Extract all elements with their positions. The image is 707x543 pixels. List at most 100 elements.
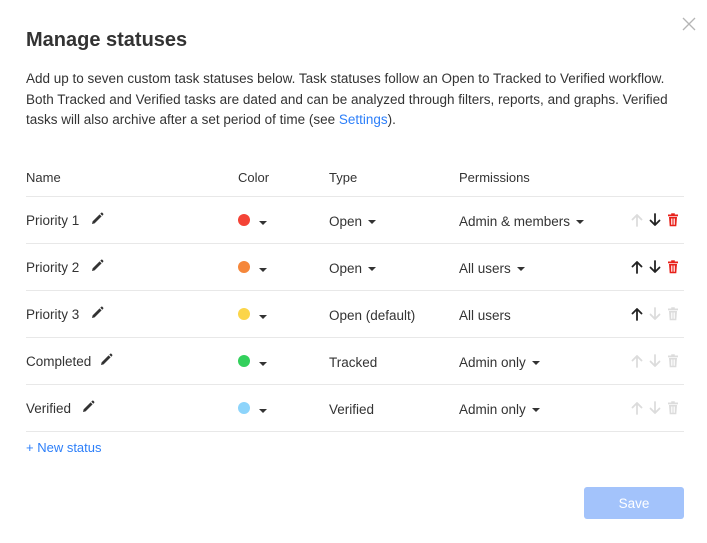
delete-status-button	[666, 354, 680, 368]
table-row: Priority 2 Open All users	[26, 244, 684, 291]
permissions-dropdown[interactable]: Admin & members	[459, 214, 585, 229]
close-icon	[682, 17, 696, 31]
color-swatch[interactable]	[238, 402, 250, 414]
dialog-description: Add up to seven custom task statuses bel…	[26, 69, 681, 131]
move-up-button	[630, 354, 644, 368]
status-name: Priority 3	[26, 307, 80, 322]
edit-name-button[interactable]	[81, 400, 95, 414]
close-button[interactable]	[681, 16, 697, 32]
permissions-dropdown: All users	[459, 308, 511, 323]
move-down-button[interactable]	[648, 213, 662, 227]
caret-down-icon	[259, 315, 267, 319]
new-status-link[interactable]: + New status	[26, 440, 102, 455]
type-value: Open	[329, 214, 363, 229]
move-up-button[interactable]	[630, 260, 644, 274]
arrow-up-icon	[630, 214, 644, 231]
permissions-dropdown[interactable]: Admin only	[459, 355, 540, 370]
delete-status-button	[666, 307, 680, 321]
permissions-value: All users	[459, 308, 511, 323]
header-name: Name	[26, 170, 61, 185]
move-up-button	[630, 213, 644, 227]
color-dropdown-button[interactable]	[259, 315, 269, 321]
trash-icon	[666, 354, 680, 372]
caret-down-icon	[259, 409, 267, 413]
settings-link[interactable]: Settings	[339, 112, 388, 127]
type-value: Open (default)	[329, 308, 416, 323]
move-up-button	[630, 401, 644, 415]
caret-down-icon	[368, 267, 377, 272]
status-name: Priority 2	[26, 260, 80, 275]
delete-status-button	[666, 401, 680, 415]
permissions-value: Admin only	[459, 402, 526, 417]
header-permissions: Permissions	[459, 170, 530, 185]
status-name: Verified	[26, 401, 72, 416]
trash-icon	[666, 260, 680, 278]
arrow-up-icon	[630, 355, 644, 372]
color-dropdown-button[interactable]	[259, 268, 269, 274]
caret-down-icon	[576, 220, 585, 225]
permissions-value: All users	[459, 261, 511, 276]
arrow-up-icon	[630, 261, 644, 278]
pencil-icon	[81, 400, 95, 418]
type-dropdown: Tracked	[329, 355, 377, 370]
permissions-dropdown[interactable]: Admin only	[459, 402, 540, 417]
trash-icon	[666, 401, 680, 419]
caret-down-icon	[368, 220, 377, 225]
status-name: Completed	[26, 354, 92, 369]
description-end: ).	[387, 112, 396, 127]
type-dropdown[interactable]: Open	[329, 214, 377, 229]
header-type: Type	[329, 170, 358, 185]
move-down-button	[648, 307, 662, 321]
edit-name-button[interactable]	[90, 259, 104, 273]
move-down-button	[648, 354, 662, 368]
status-name: Priority 1	[26, 213, 80, 228]
status-table: Name Color Type Permissions Priority 1 Op…	[26, 160, 684, 432]
color-swatch[interactable]	[238, 308, 250, 320]
arrow-down-icon	[648, 213, 662, 231]
type-value: Open	[329, 261, 363, 276]
edit-name-button[interactable]	[90, 306, 104, 320]
pencil-icon	[99, 353, 113, 371]
color-swatch[interactable]	[238, 355, 250, 367]
move-down-button[interactable]	[648, 260, 662, 274]
color-dropdown-button[interactable]	[259, 221, 269, 227]
color-dropdown-button[interactable]	[259, 409, 269, 415]
permissions-dropdown[interactable]: All users	[459, 261, 525, 276]
move-up-button[interactable]	[630, 307, 644, 321]
header-color: Color	[238, 170, 270, 185]
arrow-down-icon	[648, 401, 662, 419]
delete-status-button[interactable]	[666, 213, 680, 227]
arrow-up-icon	[630, 308, 644, 325]
save-button[interactable]: Save	[584, 487, 684, 519]
table-row: Verified Verified Admin only	[26, 385, 684, 432]
type-value: Tracked	[329, 355, 378, 370]
caret-down-icon	[531, 408, 540, 413]
table-row: Priority 3 Open (default) All users	[26, 291, 684, 338]
type-dropdown[interactable]: Open	[329, 261, 377, 276]
arrow-up-icon	[630, 402, 644, 419]
trash-icon	[666, 213, 680, 231]
edit-name-button[interactable]	[90, 212, 104, 226]
table-row: Priority 1 Open Admin & members	[26, 197, 684, 244]
table-row: Completed Tracked Admin only	[26, 338, 684, 385]
pencil-icon	[90, 212, 104, 230]
delete-status-button[interactable]	[666, 260, 680, 274]
type-value: Verified	[329, 402, 375, 417]
arrow-down-icon	[648, 354, 662, 372]
color-dropdown-button[interactable]	[259, 362, 269, 368]
caret-down-icon	[259, 362, 267, 366]
type-dropdown: Verified	[329, 402, 374, 417]
move-down-button	[648, 401, 662, 415]
trash-icon	[666, 307, 680, 325]
arrow-down-icon	[648, 307, 662, 325]
color-swatch[interactable]	[238, 261, 250, 273]
caret-down-icon	[259, 221, 267, 225]
dialog-title: Manage statuses	[26, 29, 188, 51]
color-swatch[interactable]	[238, 214, 250, 226]
caret-down-icon	[259, 268, 267, 272]
edit-name-button[interactable]	[99, 353, 113, 367]
pencil-icon	[90, 259, 104, 277]
pencil-icon	[90, 306, 104, 324]
table-header: Name Color Type Permissions	[26, 160, 684, 197]
status-rows: Priority 1 Open Admin & members Priority 2 O…	[26, 197, 684, 432]
